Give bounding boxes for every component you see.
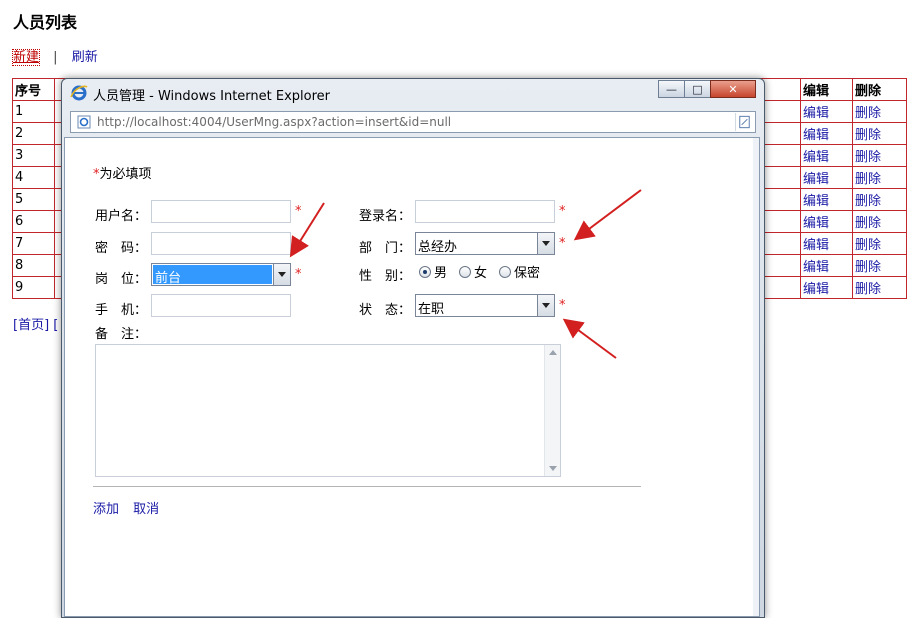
login-label: 登录名：	[359, 209, 412, 224]
username-label: 用户名：	[95, 209, 148, 224]
delete-link[interactable]: 删除	[855, 282, 881, 297]
form-divider	[93, 486, 641, 487]
chevron-down-icon[interactable]	[537, 233, 554, 254]
delete-link[interactable]: 删除	[855, 238, 881, 253]
delete-link[interactable]: 删除	[855, 172, 881, 187]
remark-textarea[interactable]	[95, 344, 561, 477]
ie-logo-icon	[70, 85, 88, 101]
required-note: *为必填项	[93, 163, 152, 182]
username-input[interactable]	[151, 200, 291, 223]
row-no: 8	[12, 254, 55, 277]
position-select-value: 前台	[153, 265, 272, 286]
pager[interactable]: [首页] [	[13, 314, 58, 333]
edit-link[interactable]: 编辑	[803, 194, 829, 209]
row-no: 6	[12, 210, 55, 233]
required-note-text: 为必填项	[99, 167, 152, 182]
window-controls: — □ ✕	[658, 80, 756, 98]
link-separator: |	[53, 50, 58, 65]
dept-required-star: *	[559, 236, 566, 251]
edit-link[interactable]: 编辑	[803, 172, 829, 187]
gender-label: 性 别：	[359, 269, 412, 284]
remark-label: 备 注：	[95, 327, 148, 342]
dept-select-value: 总经办	[418, 240, 458, 255]
chevron-down-icon[interactable]	[273, 264, 290, 285]
row-no: 9	[12, 276, 55, 299]
new-link[interactable]: 新建	[11, 49, 41, 66]
gender-female-label: 女	[474, 266, 488, 281]
row-no: 3	[12, 144, 55, 167]
edit-link[interactable]: 编辑	[803, 128, 829, 143]
compat-view-icon[interactable]	[735, 113, 753, 131]
status-select-value: 在职	[418, 302, 445, 317]
username-required-star: *	[295, 204, 302, 219]
delete-link[interactable]: 删除	[855, 216, 881, 231]
password-label: 密 码：	[95, 241, 148, 256]
login-required-star: *	[559, 204, 566, 219]
dept-select[interactable]: 总经办	[415, 232, 555, 255]
gender-male-label: 男	[434, 266, 448, 281]
col-header-no: 序号	[12, 78, 55, 101]
dialog-title: 人员管理 - Windows Internet Explorer	[93, 89, 330, 104]
col-header-edit: 编辑	[800, 78, 853, 101]
delete-link[interactable]: 删除	[855, 128, 881, 143]
maximize-button[interactable]: □	[684, 80, 711, 98]
minimize-button[interactable]: —	[658, 80, 685, 98]
edit-link[interactable]: 编辑	[803, 106, 829, 121]
chevron-down-icon[interactable]	[537, 295, 554, 316]
status-label: 状 态：	[359, 303, 412, 318]
add-button[interactable]: 添加	[93, 502, 119, 517]
dept-label: 部 门：	[359, 241, 412, 256]
radio-checked-icon[interactable]	[419, 265, 431, 278]
row-no: 7	[12, 232, 55, 255]
gender-male[interactable]: 男	[419, 262, 447, 281]
page-title: 人员列表	[13, 13, 78, 32]
row-no: 1	[12, 100, 55, 123]
edit-link[interactable]: 编辑	[803, 238, 829, 253]
delete-link[interactable]: 删除	[855, 106, 881, 121]
mobile-label: 手 机：	[95, 303, 148, 318]
mobile-input[interactable]	[151, 294, 291, 317]
refresh-link[interactable]: 刷新	[72, 50, 98, 65]
edit-link[interactable]: 编辑	[803, 216, 829, 231]
delete-link[interactable]: 删除	[855, 150, 881, 165]
close-button[interactable]: ✕	[710, 80, 756, 98]
page-icon	[77, 115, 91, 129]
status-select[interactable]: 在职	[415, 294, 555, 317]
cancel-button[interactable]: 取消	[133, 502, 159, 517]
content-scrollbar[interactable]	[753, 138, 759, 616]
radio-icon[interactable]	[459, 265, 472, 278]
address-bar[interactable]: http://localhost:4004/UserMng.aspx?actio…	[70, 111, 756, 133]
edit-link[interactable]: 编辑	[803, 282, 829, 297]
edit-link[interactable]: 编辑	[803, 150, 829, 165]
row-no: 5	[12, 188, 55, 211]
position-select[interactable]: 前台	[151, 263, 291, 286]
dialog-titlebar[interactable]: 人员管理 - Windows Internet Explorer — □ ✕	[62, 79, 764, 107]
gender-secret-label: 保密	[514, 266, 541, 281]
delete-link[interactable]: 删除	[855, 260, 881, 275]
form-actions: 添加 取消	[93, 498, 169, 517]
status-required-star: *	[559, 298, 566, 313]
textarea-scrollbar[interactable]	[544, 345, 560, 476]
ie-dialog-window: 人员管理 - Windows Internet Explorer — □ ✕ h…	[61, 78, 765, 618]
row-no: 2	[12, 122, 55, 145]
position-required-star: *	[295, 267, 302, 282]
radio-icon[interactable]	[499, 265, 512, 278]
gender-secret[interactable]: 保密	[499, 262, 540, 281]
address-url: http://localhost:4004/UserMng.aspx?actio…	[97, 115, 452, 129]
password-input[interactable]	[151, 232, 291, 255]
login-input[interactable]	[415, 200, 555, 223]
gender-female[interactable]: 女	[459, 262, 487, 281]
position-label: 岗 位：	[95, 272, 148, 287]
col-header-delete: 删除	[852, 78, 907, 101]
delete-link[interactable]: 删除	[855, 194, 881, 209]
dialog-content: *为必填项 用户名： * 密 码： 岗 位： 前台 * 手 机： 备 注： 登录…	[64, 137, 760, 617]
edit-link[interactable]: 编辑	[803, 260, 829, 275]
row-no: 4	[12, 166, 55, 189]
gender-radio-group: 男 女 保密	[419, 262, 552, 281]
top-links: 新建 | 刷新	[11, 46, 98, 66]
